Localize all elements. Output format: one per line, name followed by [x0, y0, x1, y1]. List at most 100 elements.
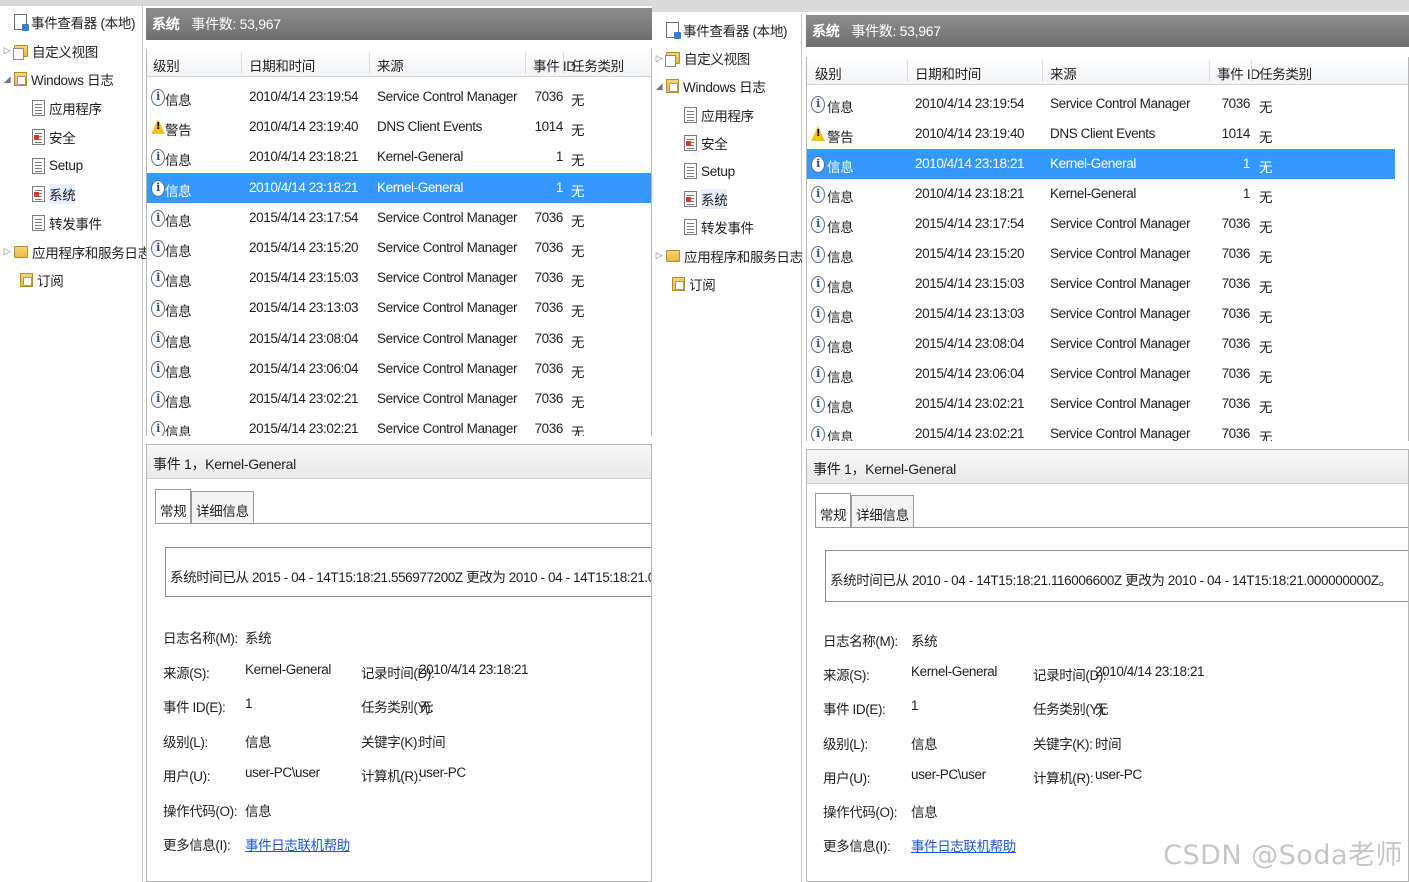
field-label-user: 用户(U):	[163, 769, 211, 784]
tab-general[interactable]: 常规	[155, 489, 192, 523]
column-header-task[interactable]: 任务类别	[571, 55, 624, 75]
tree-item[interactable]: ▷ 自定义视图	[654, 47, 750, 69]
expand-caret-icon[interactable]: ▷	[654, 250, 664, 261]
tab-details[interactable]: 详细信息	[191, 491, 254, 523]
table-row[interactable]: i 信息 2010/4/14 23:18:21 Kernel-General 1 无	[807, 149, 1395, 179]
column-header-event_id[interactable]: 事件 ID	[533, 55, 576, 75]
table-row[interactable]: i 信息 2015/4/14 23:13:03 Service Control Man…	[807, 299, 1395, 329]
cell-level: 信息	[827, 370, 854, 385]
table-row[interactable]: i 信息 2015/4/14 23:13:03 Service Control Man…	[147, 293, 651, 323]
field-value-user: user-PC\user	[245, 765, 320, 780]
cell-datetime: 2010/4/14 23:19:40	[915, 126, 1025, 141]
table-row[interactable]: 警告 2010/4/14 23:19:40 DNS Client Events 101…	[807, 119, 1395, 149]
tree-item[interactable]: ▷ 自定义视图	[2, 40, 98, 62]
tab-details[interactable]: 详细信息	[851, 495, 914, 527]
table-row[interactable]: i 信息 2010/4/14 23:19:54 Service Control Man…	[147, 82, 651, 112]
log-icon	[684, 106, 697, 123]
online-help-link[interactable]: 事件日志联机帮助	[245, 834, 350, 854]
online-help-link[interactable]: 事件日志联机帮助	[911, 835, 1016, 855]
cell-event-id: 1	[1242, 186, 1251, 201]
tree-item[interactable]: ◢ Windows 日志	[2, 68, 114, 90]
column-separator[interactable]	[1251, 60, 1252, 82]
column-separator[interactable]	[369, 52, 370, 74]
table-row[interactable]: i 信息 2015/4/14 23:02:21 Service Control Man…	[807, 389, 1395, 419]
cell-level: 信息	[827, 340, 854, 355]
column-header-level[interactable]: 级别	[153, 55, 180, 75]
tree-item[interactable]: 应用程序	[20, 97, 102, 119]
tree-item[interactable]: 应用程序	[672, 104, 754, 126]
table-row[interactable]: i 信息 2015/4/14 23:08:04 Service Control Man…	[807, 329, 1395, 359]
expand-caret-icon[interactable]: ▷	[2, 45, 12, 56]
tree-item[interactable]: 事件查看器 (本地)	[2, 11, 136, 33]
window-edge	[652, 0, 1409, 12]
expand-caret-icon[interactable]: ◢	[654, 81, 664, 92]
tree-item[interactable]: 系统	[20, 183, 76, 205]
cell-source: Service Control Manager	[1050, 96, 1191, 111]
column-header-event_id[interactable]: 事件 ID	[1217, 63, 1260, 83]
cell-level: 信息	[165, 93, 192, 108]
tree-item[interactable]: 订阅	[8, 269, 64, 291]
table-row[interactable]: i 信息 2015/4/14 23:15:20 Service Control Man…	[147, 233, 651, 263]
tree-item[interactable]: ◢ Windows 日志	[654, 75, 766, 97]
cell-level: 信息	[165, 153, 192, 169]
tree-item[interactable]: Setup	[672, 160, 735, 182]
table-row[interactable]: i 信息 2015/4/14 23:15:03 Service Control Man…	[807, 269, 1395, 299]
column-header-source[interactable]: 来源	[1050, 63, 1077, 83]
table-row[interactable]: i 信息 2010/4/14 23:19:54 Service Control Man…	[807, 89, 1395, 119]
table-row[interactable]: i 信息 2015/4/14 23:02:21 Service Control Man…	[807, 419, 1395, 441]
cell-datetime: 2015/4/14 23:13:03	[249, 300, 359, 316]
tree-item[interactable]: 订阅	[660, 273, 716, 295]
column-separator[interactable]	[241, 52, 242, 74]
table-row[interactable]: i 信息 2015/4/14 23:17:54 Service Control Man…	[807, 209, 1395, 239]
field-value-log-name: 系统	[911, 634, 938, 649]
cell-event-id: 7036	[1221, 366, 1251, 381]
column-header-datetime[interactable]: 日期和时间	[249, 55, 315, 75]
table-row[interactable]: i 信息 2015/4/14 23:06:04 Service Control Man…	[147, 354, 651, 384]
table-row[interactable]: i 信息 2015/4/14 23:15:03 Service Control Man…	[147, 263, 651, 293]
tree-item[interactable]: ▷ 应用程序和服务日志	[654, 245, 803, 267]
column-separator[interactable]	[907, 60, 908, 82]
table-row[interactable]: i 信息 2015/4/14 23:02:21 Service Control Man…	[147, 414, 651, 436]
table-row[interactable]: i 信息 2010/4/14 23:18:21 Kernel-General 1 无	[807, 179, 1395, 209]
column-separator[interactable]	[1042, 60, 1043, 82]
expand-caret-icon[interactable]: ▷	[2, 246, 12, 257]
tree-item[interactable]: 安全	[672, 132, 728, 154]
column-separator[interactable]	[1209, 60, 1210, 82]
tree-item[interactable]: 转发事件	[20, 212, 102, 234]
tree-item[interactable]: 安全	[20, 126, 76, 148]
cell-datetime: 2015/4/14 23:17:54	[915, 216, 1025, 231]
table-row[interactable]: i 信息 2015/4/14 23:02:21 Service Control Man…	[147, 384, 651, 414]
column-header-level[interactable]: 级别	[815, 63, 842, 83]
info-icon: i	[151, 89, 165, 106]
field-label-computer: 计算机(R):	[1033, 770, 1094, 786]
cell-task: 无	[571, 304, 585, 320]
column-header-task[interactable]: 任务类别	[1259, 63, 1312, 83]
cell-source: Service Control Manager	[377, 240, 518, 255]
column-header-source[interactable]: 来源	[377, 55, 404, 75]
cell-task: 无	[1259, 220, 1273, 235]
table-row[interactable]: i 信息 2015/4/14 23:15:20 Service Control Man…	[807, 239, 1395, 269]
table-row[interactable]: i 信息 2015/4/14 23:06:04 Service Control Man…	[807, 359, 1395, 389]
tab-general[interactable]: 常规	[815, 493, 852, 527]
tree-item[interactable]: 事件查看器 (本地)	[654, 19, 788, 41]
cell-datetime: 2015/4/14 23:15:03	[249, 270, 359, 286]
table-row[interactable]: i 信息 2015/4/14 23:17:54 Service Control Man…	[147, 203, 651, 233]
table-row[interactable]: i 信息 2010/4/14 23:18:21 Kernel-General 1 无	[147, 142, 651, 172]
tree-item[interactable]: Setup	[20, 155, 83, 177]
event-details-panel: 事件 1，Kernel-General 常规 详细信息 系统时间已从 2015 - 0…	[146, 444, 652, 882]
table-row[interactable]: 警告 2010/4/14 23:19:40 DNS Client Events 101…	[147, 112, 651, 142]
tree-item[interactable]: 系统	[672, 188, 728, 210]
cell-level: 信息	[827, 220, 854, 235]
column-header-datetime[interactable]: 日期和时间	[915, 63, 981, 83]
column-separator[interactable]	[563, 52, 564, 74]
table-row[interactable]: i 信息 2010/4/14 23:18:21 Kernel-General 1 无	[147, 172, 651, 203]
table-row[interactable]: i 信息 2015/4/14 23:08:04 Service Control Man…	[147, 324, 651, 354]
cell-event-id: 7036	[1221, 306, 1251, 321]
column-separator[interactable]	[525, 52, 526, 74]
tree-item[interactable]: 转发事件	[672, 216, 754, 238]
expand-caret-icon[interactable]: ◢	[2, 74, 12, 85]
info-icon: i	[811, 156, 825, 173]
cell-level: 信息	[165, 364, 192, 380]
expand-caret-icon[interactable]: ▷	[654, 53, 664, 64]
tree-item[interactable]: ▷ 应用程序和服务日志	[2, 241, 151, 263]
